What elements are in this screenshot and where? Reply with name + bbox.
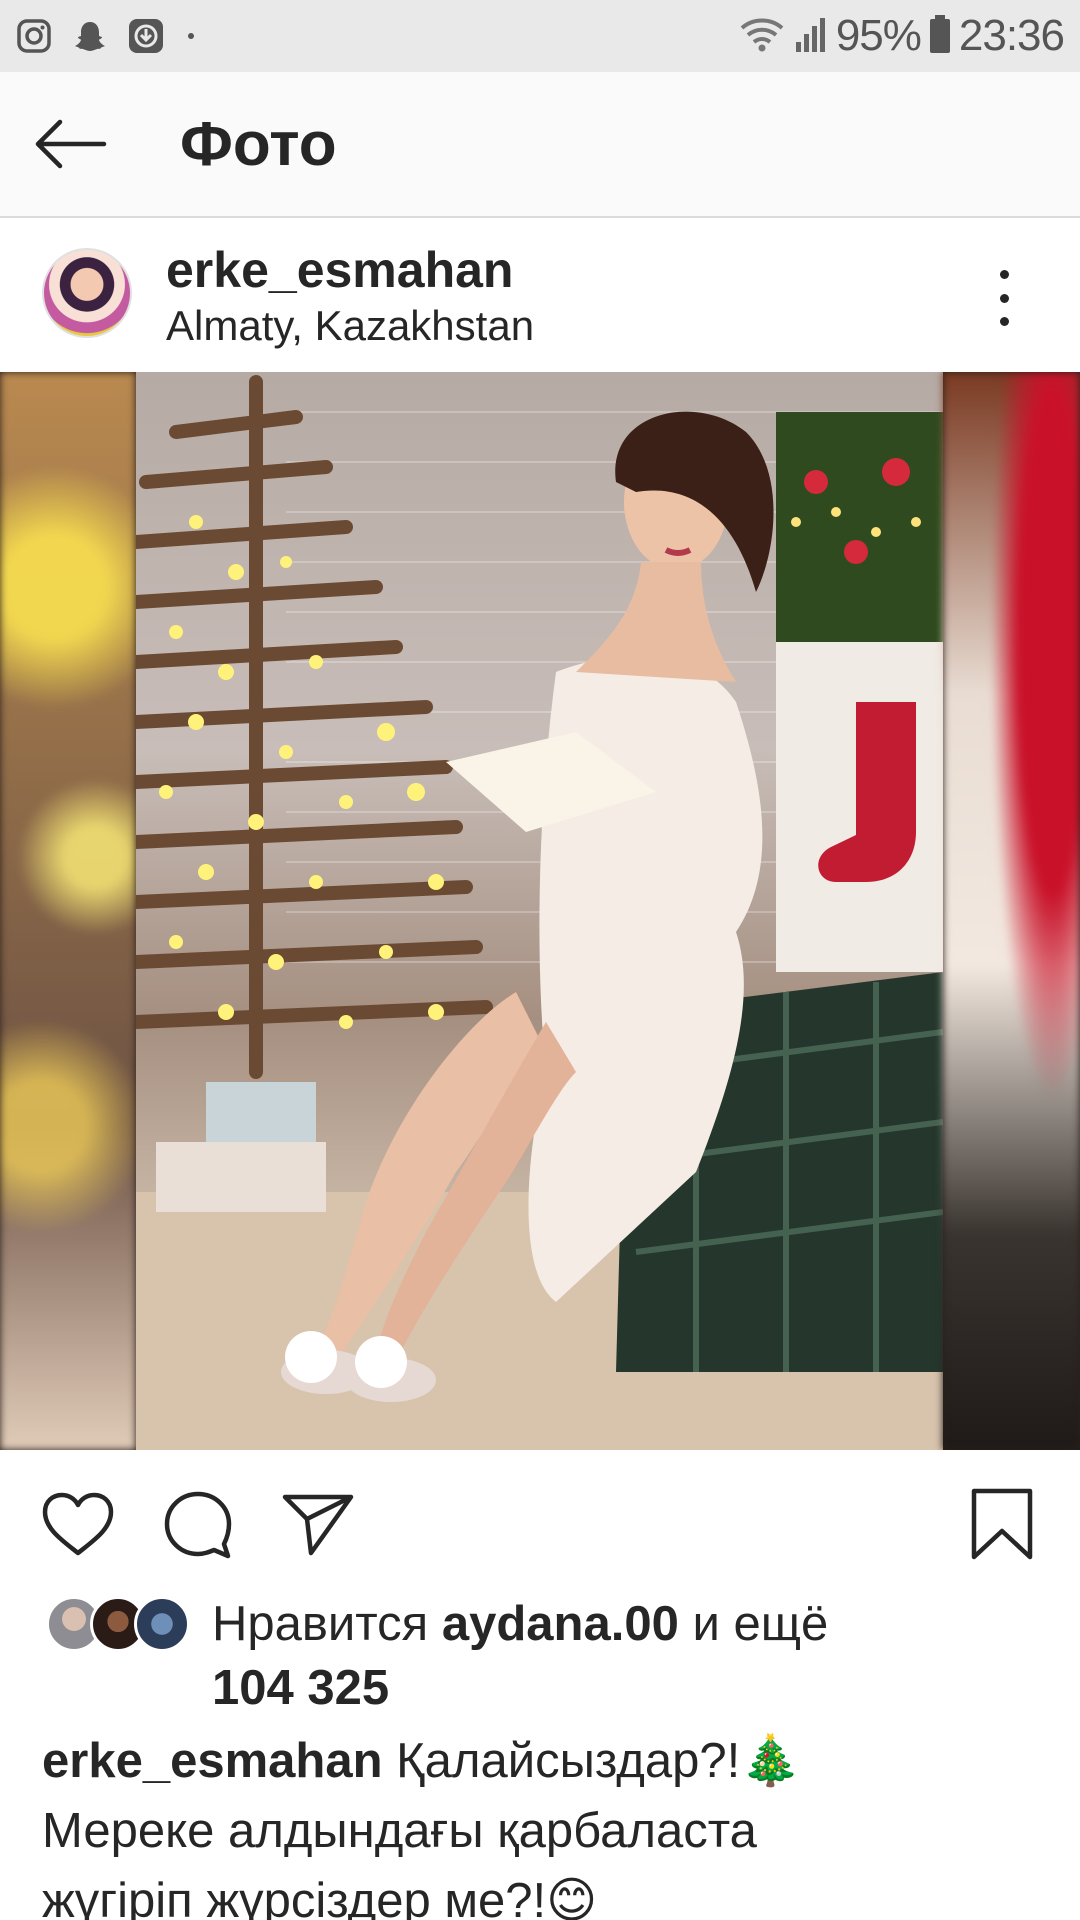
instagram-icon — [14, 16, 54, 56]
post-action-bar — [0, 1450, 1080, 1592]
avatar — [134, 1596, 190, 1652]
post-username[interactable]: erke_esmahan — [166, 240, 513, 300]
arrow-left-icon — [35, 119, 107, 169]
photo-illustration — [136, 375, 943, 1450]
more-dot — [999, 317, 1009, 326]
post-photo[interactable] — [136, 372, 943, 1450]
snapchat-icon — [70, 16, 110, 56]
status-bar: 95% 23:36 — [0, 0, 1080, 72]
likes-middle: и ещё — [678, 1597, 829, 1651]
likes-prefix: Нравится — [212, 1597, 442, 1651]
bookmark-icon — [971, 1488, 1033, 1560]
caption-line-1: Қалайсыздар?!🎄 — [382, 1734, 802, 1788]
more-dot — [999, 293, 1009, 303]
caption-line-2: Мереке алдындағы қарбаласта — [42, 1804, 757, 1858]
signal-icon — [794, 14, 828, 59]
battery-icon — [929, 14, 951, 59]
heart-icon — [42, 1492, 114, 1556]
post-location[interactable]: Almaty, Kazakhstan — [166, 300, 534, 352]
page-title: Фото — [180, 110, 337, 179]
send-icon — [282, 1494, 354, 1556]
comment-icon — [164, 1491, 232, 1559]
avatar[interactable] — [42, 248, 132, 338]
more-options-button[interactable] — [992, 270, 1016, 326]
status-bar-notifications — [14, 14, 194, 58]
clock: 23:36 — [958, 11, 1065, 60]
previous-photo-preview[interactable] — [0, 372, 136, 1450]
like-button[interactable] — [38, 1484, 118, 1564]
likes-count[interactable]: 104 325 — [212, 1661, 389, 1715]
liker-username[interactable]: aydana.00 — [442, 1597, 679, 1651]
app-bar: Фото — [0, 72, 1080, 218]
caption-username[interactable]: erke_esmahan — [42, 1734, 383, 1788]
caption-line-3: жүгіріп жүрсіздер ме?!😊 — [42, 1874, 598, 1920]
post-photo-carousel[interactable] — [0, 372, 1080, 1450]
liker-avatars — [46, 1596, 194, 1652]
post-header: erke_esmahan Almaty, Kazakhstan — [0, 220, 1080, 372]
wifi-icon — [738, 14, 786, 59]
notification-dot — [188, 33, 194, 39]
save-button[interactable] — [962, 1484, 1042, 1564]
battery-percent: 95% — [835, 11, 922, 60]
share-button[interactable] — [278, 1484, 358, 1564]
comment-button[interactable] — [158, 1484, 238, 1564]
more-vertical-icon — [999, 270, 1009, 279]
likes-summary[interactable]: Нравится aydana.00 и ещё 104 325 — [0, 1592, 1080, 1720]
download-icon — [126, 16, 166, 56]
status-bar-system: 95% 23:36 — [738, 11, 1065, 60]
likes-text: Нравится aydana.00 и ещё 104 325 — [212, 1592, 1052, 1720]
next-photo-preview[interactable] — [943, 372, 1080, 1450]
post-caption: erke_esmahan Қалайсыздар?!🎄 Мереке алдын… — [42, 1726, 1052, 1920]
back-button[interactable] — [30, 112, 110, 176]
